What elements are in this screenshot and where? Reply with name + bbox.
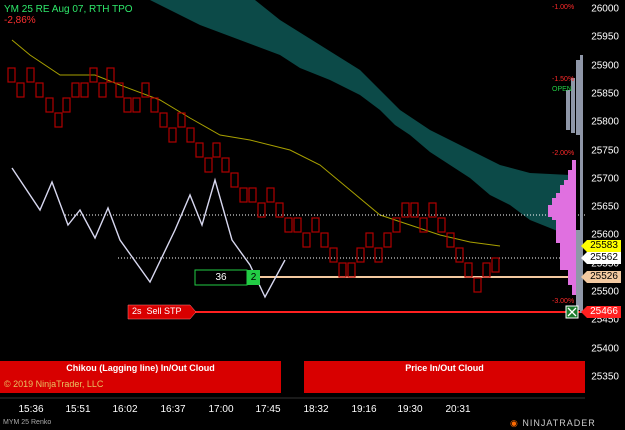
renko-brick bbox=[320, 232, 329, 248]
time-axis-label: 15:36 bbox=[18, 404, 44, 415]
percent-label: -2.00% bbox=[552, 150, 575, 157]
price-axis-label: 25700 bbox=[591, 173, 619, 185]
renko-brick bbox=[186, 127, 195, 143]
percent-label: -1.50% bbox=[552, 76, 575, 83]
change-percent: -2,86% bbox=[4, 15, 36, 26]
renko-brick bbox=[365, 232, 374, 248]
renko-brick bbox=[293, 217, 302, 233]
renko-brick bbox=[383, 232, 392, 248]
renko-brick bbox=[230, 172, 239, 188]
renko-brick bbox=[62, 97, 71, 113]
price-axis-label: 25350 bbox=[591, 371, 619, 383]
price-axis-label: 25750 bbox=[591, 145, 619, 156]
sell-stop-label[interactable]: 2s Sell STP bbox=[132, 306, 182, 316]
price-banner-text: Price In/Out Cloud bbox=[405, 363, 484, 373]
renko-brick bbox=[168, 127, 177, 143]
order-count[interactable]: 2 bbox=[247, 272, 260, 283]
renko-brick bbox=[150, 97, 159, 113]
renko-brick bbox=[159, 112, 168, 128]
renko-brick bbox=[311, 217, 320, 233]
renko-brick bbox=[35, 82, 44, 98]
time-axis-label: 19:30 bbox=[397, 404, 423, 415]
price-banner: Price In/Out Cloud bbox=[304, 361, 585, 393]
brand-text: NINJATRADER bbox=[522, 418, 596, 428]
price-tag-last: 25562 bbox=[581, 252, 621, 264]
renko-brick bbox=[446, 232, 455, 248]
price-axis-label: 25400 bbox=[591, 343, 619, 355]
renko-brick bbox=[54, 112, 63, 128]
percent-label: -3.00% bbox=[552, 298, 575, 305]
renko-brick bbox=[239, 187, 248, 203]
instrument-title: YM 25 RE Aug 07, RTH TPO bbox=[4, 4, 133, 15]
price-axis-label: 25650 bbox=[591, 201, 619, 213]
renko-brick bbox=[26, 67, 35, 83]
renko-brick bbox=[45, 97, 54, 113]
renko-brick bbox=[464, 262, 473, 278]
time-axis-label: 16:02 bbox=[112, 404, 138, 415]
price-axis-label: 25800 bbox=[591, 116, 619, 128]
instrument-tab[interactable]: MYM 25 Renko bbox=[3, 419, 51, 426]
renko-brick bbox=[71, 82, 80, 98]
renko-brick bbox=[177, 112, 186, 128]
renko-brick bbox=[7, 67, 16, 83]
renko-brick bbox=[132, 97, 141, 113]
renko-brick bbox=[204, 157, 213, 173]
renko-brick bbox=[347, 262, 356, 278]
price-axis-label: 25950 bbox=[591, 31, 619, 43]
price-axis-label: 25850 bbox=[591, 88, 619, 100]
time-axis-label: 17:00 bbox=[208, 404, 234, 415]
renko-brick bbox=[266, 187, 275, 203]
renko-brick bbox=[284, 217, 293, 233]
chart-title: YM 25 RE Aug 07, RTH TPO bbox=[4, 4, 133, 15]
renko-brick bbox=[482, 262, 491, 278]
renko-brick bbox=[302, 232, 311, 248]
renko-brick bbox=[80, 82, 89, 98]
renko-brick bbox=[455, 247, 464, 263]
chikou-banner-text: Chikou (Lagging line) In/Out Cloud bbox=[66, 363, 215, 373]
price-axis-label: 26000 bbox=[591, 3, 619, 15]
renko-brick bbox=[16, 82, 25, 98]
time-axis-label: 15:51 bbox=[65, 404, 91, 415]
time-axis-label: 16:37 bbox=[160, 404, 186, 415]
renko-brick bbox=[338, 262, 347, 278]
price-tag-yellow: 25583 bbox=[581, 240, 621, 252]
renko-brick bbox=[374, 247, 383, 263]
ninjatrader-logo-icon: ◉ bbox=[510, 418, 523, 428]
renko-brick bbox=[473, 277, 482, 293]
time-axis-label: 20:31 bbox=[445, 404, 471, 415]
time-axis-label: 17:45 bbox=[255, 404, 281, 415]
renko-brick bbox=[248, 187, 257, 203]
time-axis-label: 18:32 bbox=[303, 404, 329, 415]
price-tag-stop: 25466 bbox=[581, 306, 621, 318]
price-axis-label: 25900 bbox=[591, 60, 619, 72]
copyright: © 2019 NinjaTrader, LLC bbox=[4, 379, 104, 389]
renko-brick bbox=[221, 157, 230, 173]
change-label-wrap: -2,86% bbox=[4, 15, 36, 26]
profile-open-label: OPEN bbox=[552, 86, 572, 93]
renko-brick bbox=[212, 142, 221, 158]
price-tag-entry: 25526 bbox=[581, 271, 621, 283]
renko-brick bbox=[329, 247, 338, 263]
renko-brick bbox=[356, 247, 365, 263]
time-axis-label: 19:16 bbox=[351, 404, 377, 415]
order-quantity[interactable]: 36 bbox=[195, 272, 247, 283]
renko-brick bbox=[491, 257, 500, 273]
percent-label: -1.00% bbox=[552, 4, 575, 11]
renko-brick bbox=[98, 82, 107, 98]
price-axis-label: 25500 bbox=[591, 286, 619, 298]
brand-logo: ◉ NINJATRADER bbox=[510, 418, 596, 429]
renko-brick bbox=[437, 217, 446, 233]
renko-brick bbox=[123, 97, 132, 113]
ichimoku-cloud bbox=[150, 0, 570, 235]
renko-brick bbox=[195, 142, 204, 158]
